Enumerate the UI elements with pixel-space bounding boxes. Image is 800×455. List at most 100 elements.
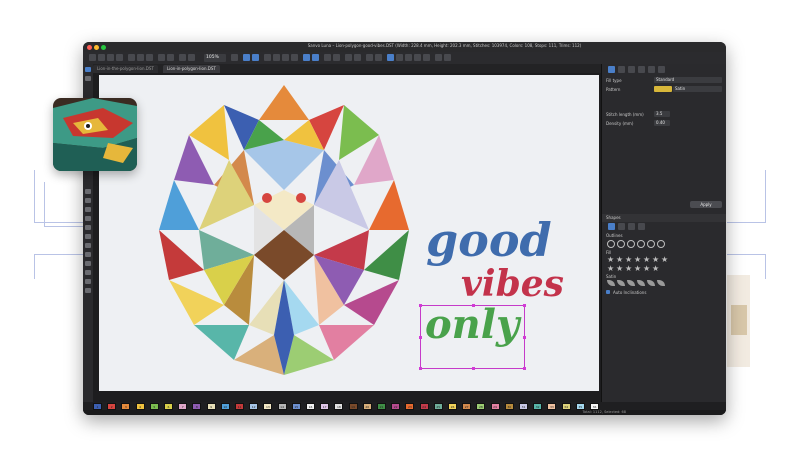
leaf-shape[interactable] [647,280,655,286]
distribute-icon[interactable] [291,54,298,61]
hoop-icon[interactable] [345,54,352,61]
star-shape[interactable]: ★ [634,256,641,264]
transform-tool-icon[interactable] [85,279,91,284]
line-tool-icon[interactable] [85,198,91,203]
star-shape[interactable]: ★ [634,265,641,273]
hexagon-outline-shape[interactable] [647,240,655,248]
text-tool-icon[interactable] [387,54,394,61]
paste-icon[interactable] [146,54,153,61]
zoom-level-field[interactable]: 105% [204,54,226,62]
thread-color-swatch[interactable]: 3 [121,403,131,410]
layers-tab-icon[interactable] [618,66,625,73]
fill-tool-icon[interactable] [423,54,430,61]
zoom-out-icon[interactable] [188,54,195,61]
node-tool-icon[interactable] [252,54,259,61]
ungroup-icon[interactable] [375,54,382,61]
thread-color-swatch[interactable]: 23 [405,403,415,410]
outline-tool-icon[interactable] [396,54,403,61]
selection-handle[interactable] [523,367,526,370]
text-good[interactable]: good [426,213,552,267]
design-canvas[interactable]: good vibes only [99,75,599,391]
selection-handle[interactable] [472,304,475,307]
properties-tab-icon[interactable] [608,66,615,73]
hexagon-outline-shape[interactable] [637,240,645,248]
lion-embroidery-design[interactable] [154,80,414,380]
thread-color-swatch[interactable]: 35 [575,403,585,410]
thread-color-swatch[interactable]: 34 [561,403,571,410]
grid-icon[interactable] [324,54,331,61]
star-shape[interactable]: ★ [607,256,614,264]
star-shape[interactable]: ★ [616,265,623,273]
thread-color-swatch[interactable]: 14 [277,403,287,410]
new-file-icon[interactable] [89,54,96,61]
stitch-view-icon[interactable] [303,54,310,61]
thread-color-swatch[interactable]: 11 [235,403,244,410]
text-tool-side-icon[interactable] [85,243,91,248]
thread-color-swatch[interactable]: 16 [306,403,315,410]
thread-color-swatch[interactable]: 21 [377,403,386,410]
star-shape[interactable]: ★ [625,256,632,264]
design-view-icon[interactable] [312,54,319,61]
draw-tool-icon[interactable] [85,189,91,194]
copy-icon[interactable] [137,54,144,61]
stitch-length-input[interactable]: 3.5 [654,111,670,117]
thread-color-swatch[interactable]: 36 [590,403,599,410]
thread-color-swatch[interactable]: 17 [320,403,330,410]
leaf-shape[interactable] [607,280,615,286]
undo-icon[interactable] [158,54,165,61]
thread-color-swatch[interactable]: 25 [433,403,443,410]
thread-color-swatch[interactable]: 15 [291,403,301,410]
pattern-select[interactable]: Satin [673,86,722,92]
rotate-icon[interactable] [264,54,271,61]
transfer-icon[interactable] [444,54,451,61]
simulator-icon[interactable] [354,54,361,61]
thread-color-swatch[interactable]: 19 [348,403,358,410]
fill-type-select[interactable]: Standard [654,77,722,83]
rect-tool-icon[interactable] [85,216,91,221]
mirror-icon[interactable] [273,54,280,61]
selection-box[interactable] [419,304,526,370]
hexagon-outline-shape[interactable] [607,240,615,248]
auto-inclinations-checkbox[interactable] [606,290,610,294]
thread-color-swatch[interactable]: 27 [462,403,472,410]
thread-color-swatch[interactable]: 26 [448,403,457,410]
satin-tool-icon[interactable] [414,54,421,61]
layers-tool-icon[interactable] [85,288,91,293]
star-shape[interactable]: ★ [607,265,614,273]
star-shape[interactable]: ★ [661,256,668,264]
clipart-tab-icon[interactable] [618,223,625,230]
tab-document-2[interactable]: Lion-in-polygon-lion.DST [163,65,220,73]
hexagon-outline-shape[interactable] [627,240,635,248]
lettering-tab-icon[interactable] [648,66,655,73]
curve-tool-icon[interactable] [85,207,91,212]
thread-color-swatch[interactable]: 24 [419,403,429,410]
thread-color-swatch[interactable]: 5 [149,403,159,410]
knife-tool-icon[interactable] [85,270,91,275]
print-icon[interactable] [116,54,123,61]
selection-handle[interactable] [523,304,526,307]
monogram-tab-icon[interactable] [628,223,635,230]
thread-color-swatch[interactable]: 18 [334,403,344,410]
objects-tab-icon[interactable] [638,66,645,73]
star-tool-icon[interactable] [85,234,91,239]
hexagon-outline-shape[interactable] [617,240,625,248]
text-vibes[interactable]: vibes [461,263,564,305]
star-shape[interactable]: ★ [643,265,650,273]
thread-color-swatch[interactable]: 32 [533,403,543,410]
thread-color-swatch[interactable]: 28 [476,403,486,410]
star-shape[interactable]: ★ [652,265,659,273]
thread-color-swatch[interactable]: 29 [490,403,500,410]
colors-tab-icon[interactable] [628,66,635,73]
leaf-shape[interactable] [657,280,665,286]
pointer-tool-icon[interactable] [85,67,91,72]
thread-color-swatch[interactable]: 4 [135,403,145,410]
cut-icon[interactable] [128,54,135,61]
zoom-window-icon[interactable] [101,45,106,50]
apply-button[interactable]: Apply [690,201,722,208]
settings-tab-icon[interactable] [658,66,665,73]
leaf-shape[interactable] [637,280,645,286]
leaf-shape[interactable] [627,280,635,286]
save-icon[interactable] [107,54,114,61]
selection-handle[interactable] [419,304,422,307]
tab-document-1[interactable]: Lion-in-the-polygon-lion.DST [93,65,158,73]
